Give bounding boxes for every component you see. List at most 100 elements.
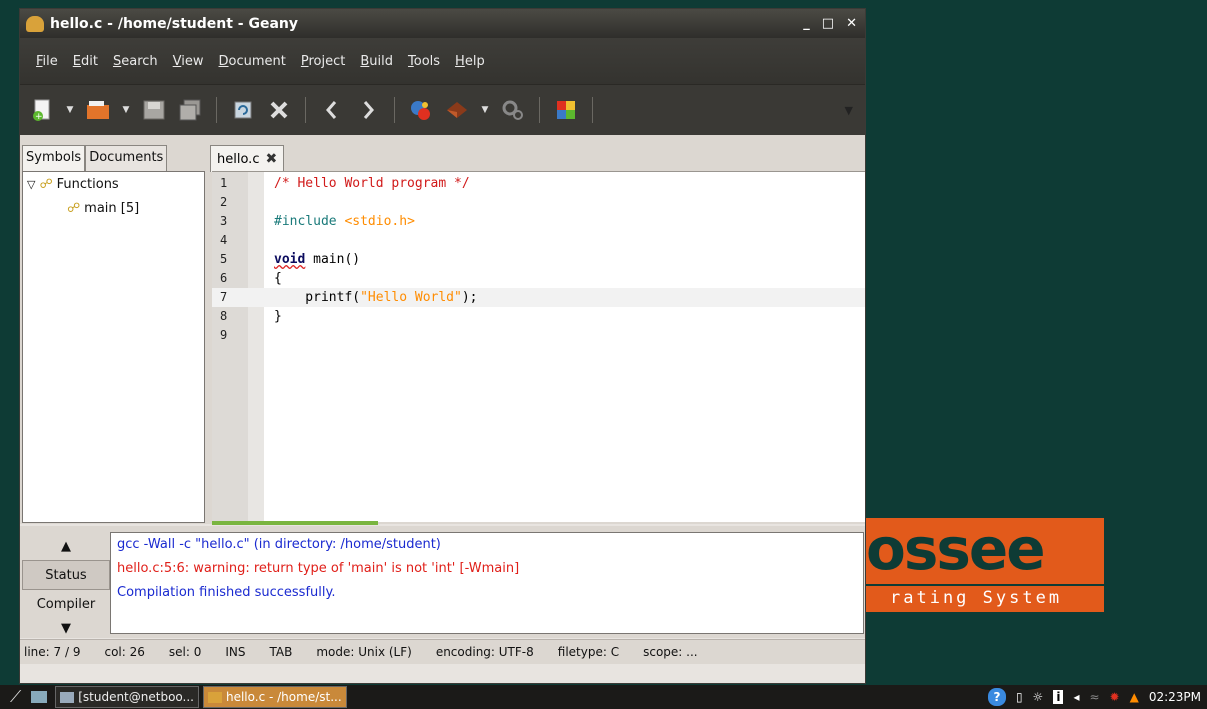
code-editor[interactable]: 1 /* Hello World program */ 2 3 #include <st… — [212, 171, 865, 522]
code-line[interactable]: 4 — [212, 231, 865, 250]
build-icon[interactable] — [443, 96, 471, 124]
menu-item[interactable]: Search — [113, 54, 158, 69]
navigate-forward-icon[interactable] — [354, 96, 382, 124]
toolbar-overflow-icon[interactable]: ▼ — [845, 104, 865, 117]
task-label: hello.c - /home/st... — [225, 690, 342, 704]
maximize-button[interactable]: □ — [822, 16, 834, 31]
menu-item[interactable]: Tools — [408, 54, 440, 69]
color-chooser-icon[interactable] — [552, 96, 580, 124]
code-line[interactable]: 8} — [212, 307, 865, 326]
tree-item-main[interactable]: ☍ main [5] — [23, 196, 204, 220]
message-line[interactable]: gcc -Wall -c "hello.c" (in directory: /h… — [111, 533, 863, 557]
wifi-icon[interactable]: ≈ — [1089, 690, 1099, 704]
help-icon[interactable]: ? — [987, 688, 1006, 706]
tree-group-functions[interactable]: ▽ ☍ Functions — [23, 172, 204, 196]
menu-item[interactable]: Help — [455, 54, 485, 69]
function-icon: ☍ — [67, 200, 81, 216]
system-tray: ? ▯ ☼ i ◂ ≈ ✹ ▲ 02:23PM — [987, 688, 1207, 706]
menu-item[interactable]: Document — [219, 54, 286, 69]
tab-compiler[interactable]: Compiler — [22, 590, 110, 618]
code-token: "Hello World" — [360, 290, 462, 305]
info-icon[interactable]: i — [1053, 690, 1064, 704]
sidebar-tabs: Symbols Documents — [22, 145, 168, 171]
code-token: <stdio.h> — [344, 214, 415, 229]
code-token: } — [274, 309, 282, 324]
line-number: 3 — [220, 214, 228, 228]
line-number: 9 — [220, 328, 228, 342]
taskbar-task-button[interactable]: [student@netboo... — [55, 686, 199, 708]
toolbar: + ▼ ▼ ▼ ▼ — [20, 84, 865, 135]
menu-item[interactable]: File — [36, 54, 58, 69]
menu-item[interactable]: Build — [360, 54, 393, 69]
svg-text:+: + — [35, 112, 43, 122]
status-ins: INS — [225, 645, 246, 659]
scroll-tabs-up-icon[interactable]: ▲ — [22, 532, 110, 560]
message-line[interactable]: hello.c:5:6: warning: return type of 'ma… — [111, 557, 863, 581]
main-area: Symbols Documents ▽ ☍ Functions ☍ main [… — [20, 135, 865, 525]
code-line[interactable]: 7 printf("Hello World"); — [212, 288, 865, 307]
minimize-button[interactable]: _ — [803, 16, 810, 31]
show-desktop-icon[interactable] — [31, 691, 48, 703]
tab-symbols[interactable]: Symbols — [22, 145, 86, 171]
title-bar[interactable]: hello.c - /home/student - Geany _ □ ✕ — [20, 9, 865, 38]
code-line[interactable]: 2 — [212, 193, 865, 212]
close-tab-icon[interactable]: ✖ — [265, 151, 277, 167]
save-all-icon[interactable] — [176, 96, 204, 124]
tab-status[interactable]: Status — [22, 560, 110, 590]
code-text: #include <stdio.h> — [274, 212, 415, 231]
close-window-button[interactable]: ✕ — [846, 16, 857, 31]
code-line[interactable]: 9 — [212, 326, 865, 345]
open-file-dropdown-icon[interactable]: ▼ — [120, 105, 132, 115]
code-token: #include — [274, 214, 345, 229]
message-tabs: ▲ Status Compiler ▼ — [22, 532, 110, 636]
line-number: 1 — [220, 176, 228, 190]
line-number: 6 — [220, 271, 228, 285]
expander-icon[interactable]: ▽ — [27, 178, 35, 191]
execute-icon[interactable] — [499, 96, 527, 124]
battery-icon[interactable]: ▯ — [1016, 690, 1023, 704]
navigate-back-icon[interactable] — [318, 96, 346, 124]
tree-item-label: main [5] — [84, 200, 140, 216]
pane-splitter[interactable] — [212, 521, 378, 525]
volume-icon[interactable]: ◂ — [1073, 690, 1079, 704]
new-file-dropdown-icon[interactable]: ▼ — [64, 105, 76, 115]
window-title: hello.c - /home/student - Geany — [50, 15, 299, 32]
save-icon[interactable] — [140, 96, 168, 124]
clock[interactable]: 02:23PM — [1149, 690, 1201, 704]
code-line[interactable]: 3 #include <stdio.h> — [212, 212, 865, 231]
message-line[interactable]: Compilation finished successfully. — [111, 581, 863, 605]
menu-item[interactable]: View — [173, 54, 204, 69]
compiler-output[interactable]: gcc -Wall -c "hello.c" (in directory: /h… — [110, 532, 864, 634]
logo-text-top: ossee — [866, 518, 1046, 583]
new-file-icon[interactable]: + — [28, 96, 56, 124]
document-tab-hello-c[interactable]: hello.c ✖ — [210, 145, 285, 172]
code-line[interactable]: 1 /* Hello World program */ — [212, 174, 865, 193]
code-text: void main() — [274, 250, 360, 269]
task-label: [student@netboo... — [78, 690, 194, 704]
line-number: 8 — [220, 309, 228, 323]
compile-icon[interactable] — [407, 96, 435, 124]
close-file-icon[interactable] — [265, 96, 293, 124]
code-line[interactable]: 6{ — [212, 269, 865, 288]
revert-icon[interactable] — [229, 96, 257, 124]
build-dropdown-icon[interactable]: ▼ — [479, 105, 491, 115]
taskbar-task-button[interactable]: hello.c - /home/st... — [202, 686, 347, 708]
code-token: void — [274, 252, 306, 267]
menu-item[interactable]: Edit — [73, 54, 98, 69]
scroll-tabs-down-icon[interactable]: ▼ — [22, 618, 110, 638]
code-line[interactable]: 5 void main() — [212, 250, 865, 269]
vlc-icon[interactable]: ▲ — [1130, 690, 1139, 704]
brightness-icon[interactable]: ☼ — [1033, 690, 1044, 704]
line-number: 5 — [220, 252, 228, 266]
open-file-icon[interactable] — [84, 96, 112, 124]
start-menu-icon[interactable]: ⟋ — [10, 687, 21, 707]
tab-documents[interactable]: Documents — [85, 145, 168, 171]
update-alert-icon[interactable]: ✹ — [1110, 690, 1120, 704]
code-text: /* Hello World program */ — [274, 174, 470, 193]
toolbar-separator — [216, 97, 217, 123]
status-encoding: encoding: UTF-8 — [435, 645, 534, 659]
terminal-task-icon — [60, 691, 75, 703]
logo-text-bottom: rating System — [890, 588, 1063, 608]
menu-item[interactable]: Project — [301, 54, 346, 69]
line-number: 2 — [220, 195, 228, 209]
